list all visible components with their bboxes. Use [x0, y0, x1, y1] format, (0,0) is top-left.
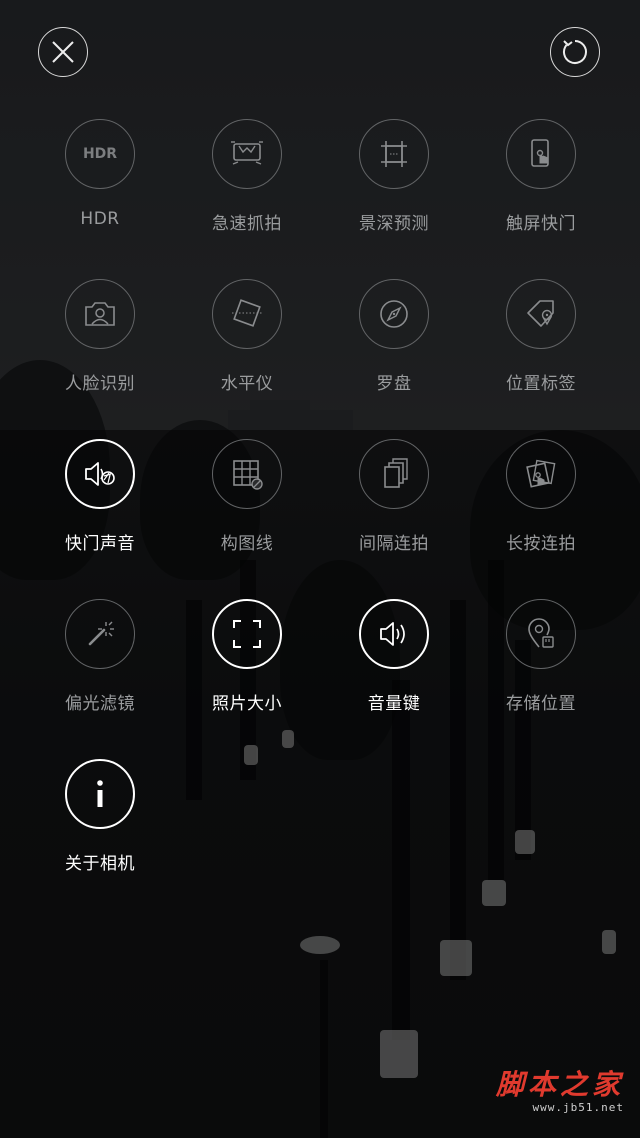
shutter-sound-icon: [85, 462, 115, 486]
setting-shutter-sound[interactable]: 快门声音: [30, 439, 170, 554]
storage-location-button[interactable]: [506, 599, 576, 669]
grid-lines-button[interactable]: [212, 439, 282, 509]
touch-shutter-icon: [531, 139, 549, 167]
volume-key-button[interactable]: [359, 599, 429, 669]
level-button[interactable]: [212, 279, 282, 349]
setting-compass[interactable]: 罗盘: [324, 279, 464, 394]
compass-icon: [380, 300, 408, 328]
setting-depth-preview[interactable]: 景深预测: [324, 119, 464, 234]
setting-label: 照片大小: [212, 694, 282, 714]
setting-label: 长按连拍: [506, 534, 576, 554]
setting-label: 触屏快门: [506, 214, 576, 234]
setting-polarizer[interactable]: 偏光滤镜: [30, 599, 170, 714]
setting-long-press-burst[interactable]: 长按连拍: [471, 439, 611, 554]
setting-rapid-capture[interactable]: 急速抓拍: [177, 119, 317, 234]
level-icon: [232, 299, 262, 327]
setting-label: 关于相机: [65, 854, 135, 874]
setting-level[interactable]: 水平仪: [177, 279, 317, 394]
location-tag-button[interactable]: [506, 279, 576, 349]
setting-label: 位置标签: [506, 374, 576, 394]
location-tag-icon: [527, 300, 554, 327]
setting-storage-location[interactable]: 存储位置: [471, 599, 611, 714]
shutter-sound-button[interactable]: [65, 439, 135, 509]
setting-hdr[interactable]: HDR HDR: [30, 119, 170, 229]
photo-size-button[interactable]: [212, 599, 282, 669]
setting-label: HDR: [80, 209, 120, 229]
setting-label: 景深预测: [359, 214, 429, 234]
setting-label: 罗盘: [376, 374, 412, 394]
setting-label: 急速抓拍: [212, 214, 282, 234]
touch-shutter-button[interactable]: [506, 119, 576, 189]
setting-grid-lines[interactable]: 构图线: [177, 439, 317, 554]
interval-burst-icon: [384, 458, 408, 488]
setting-volume-key[interactable]: 音量键: [324, 599, 464, 714]
rapid-capture-icon: [231, 141, 263, 165]
setting-label: 存储位置: [506, 694, 576, 714]
depth-preview-icon: [381, 141, 407, 167]
setting-label: 音量键: [367, 694, 421, 714]
setting-label: 偏光滤镜: [65, 694, 135, 714]
setting-about-camera[interactable]: 关于相机: [30, 759, 170, 874]
rapid-capture-button[interactable]: [212, 119, 282, 189]
volume-key-icon: [380, 622, 405, 646]
setting-photo-size[interactable]: 照片大小: [177, 599, 317, 714]
watermark: 脚本之家 www.jb51.net: [496, 1063, 624, 1114]
setting-touch-shutter[interactable]: 触屏快门: [471, 119, 611, 234]
about-camera-button[interactable]: [65, 759, 135, 829]
photo-size-icon: [233, 620, 261, 648]
info-icon: [97, 780, 103, 807]
face-recognition-icon: [85, 302, 115, 326]
face-recognition-button[interactable]: [65, 279, 135, 349]
setting-label: 水平仪: [220, 374, 274, 394]
hdr-icon: HDR: [82, 146, 118, 162]
storage-location-icon: [528, 618, 554, 648]
hdr-button[interactable]: HDR: [65, 119, 135, 189]
setting-label: 构图线: [220, 534, 274, 554]
interval-burst-button[interactable]: [359, 439, 429, 509]
settings-grid: HDR HDR 急速抓拍 景深预测 触屏快门 人脸识别 水平仪 罗盘 位置标签 …: [0, 0, 640, 1138]
magic-wand-icon: [88, 621, 114, 646]
watermark-logo-text: 脚本之家: [495, 1068, 624, 1101]
depth-preview-button[interactable]: [359, 119, 429, 189]
setting-face-recognition[interactable]: 人脸识别: [30, 279, 170, 394]
grid-lines-icon: [233, 460, 263, 490]
compass-button[interactable]: [359, 279, 429, 349]
setting-label: 快门声音: [65, 534, 135, 554]
long-press-burst-button[interactable]: [506, 439, 576, 509]
setting-interval-burst[interactable]: 间隔连拍: [324, 439, 464, 554]
setting-location-tag[interactable]: 位置标签: [471, 279, 611, 394]
polarizer-button[interactable]: [65, 599, 135, 669]
long-press-burst-icon: [526, 459, 556, 488]
setting-label: 间隔连拍: [359, 534, 429, 554]
setting-label: 人脸识别: [65, 374, 135, 394]
